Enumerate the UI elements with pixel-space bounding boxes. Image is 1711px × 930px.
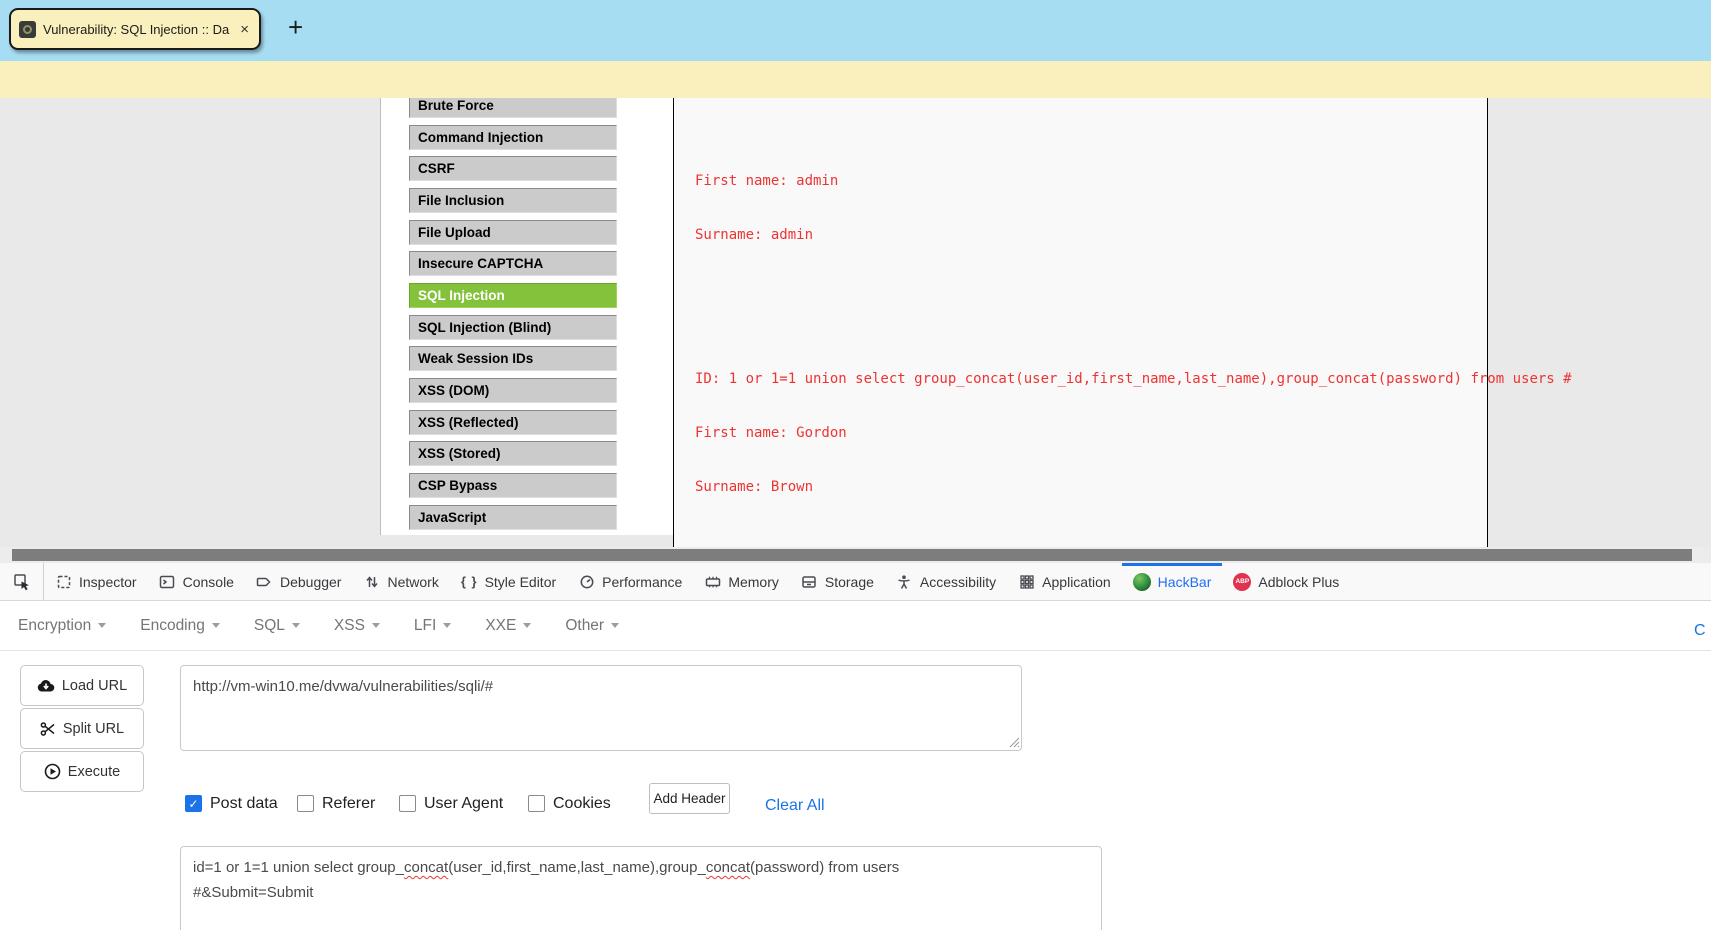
menu-sql[interactable]: SQL	[254, 617, 300, 635]
sidebar-item-weak-session-ids[interactable]: Weak Session IDs	[409, 346, 617, 371]
devtools-tab-bar: Inspector Console Debugger Network { } S…	[0, 563, 1711, 601]
cloud-download-icon	[37, 679, 55, 692]
referer-label: Referer	[322, 795, 376, 812]
result-block: ID: 1 or 1=1 union select group_concat(u…	[695, 371, 1572, 495]
browser-tab[interactable]: Vulnerability: SQL Injection :: Da ×	[9, 8, 261, 50]
sidebar-item-xss-reflected[interactable]: XSS (Reflected)	[409, 410, 617, 435]
tab-application[interactable]: Application	[1007, 563, 1122, 600]
add-header-button[interactable]: Add Header	[649, 783, 730, 814]
load-url-button[interactable]: Load URL	[20, 665, 144, 706]
tab-storage[interactable]: Storage	[790, 563, 885, 600]
chevron-down-icon	[211, 623, 220, 628]
style-editor-icon: { }	[460, 574, 478, 589]
application-icon	[1018, 573, 1035, 590]
adblock-plus-icon: ABP	[1233, 572, 1252, 591]
tab-style-editor[interactable]: { } Style Editor	[450, 563, 567, 600]
menu-lfi[interactable]: LFI	[414, 617, 452, 635]
dvwa-favicon-icon	[19, 20, 36, 38]
tab-accessibility[interactable]: Accessibility	[885, 563, 1007, 600]
referer-checkbox[interactable]	[297, 795, 314, 812]
tab-memory[interactable]: Memory	[693, 563, 790, 600]
sqli-results: First name: admin Surname: admin ID: 1 o…	[695, 100, 1572, 547]
console-icon	[159, 573, 176, 590]
resize-handle-icon[interactable]	[1008, 736, 1020, 748]
sidebar-item-xss-stored[interactable]: XSS (Stored)	[409, 441, 617, 466]
post-data-label: Post data	[210, 795, 278, 812]
chevron-down-icon	[371, 623, 380, 628]
debugger-icon	[256, 573, 273, 590]
hackbar-icon	[1132, 572, 1151, 591]
tab-network[interactable]: Network	[352, 563, 449, 600]
browser-toolbar: ← → vm-win10.me/dvwa/vulnerabilities/sql…	[0, 61, 1711, 156]
sidebar-item-sql-injection-blind[interactable]: SQL Injection (Blind)	[409, 315, 617, 340]
new-tab-button[interactable]: +	[288, 14, 303, 40]
sidebar-item-sql-injection[interactable]: SQL Injection	[409, 283, 617, 308]
user-agent-label: User Agent	[424, 795, 504, 812]
execute-button[interactable]: Execute	[20, 751, 144, 792]
user-agent-checkbox[interactable]	[399, 795, 416, 812]
hackbar-menu-bar: Encryption Encoding SQL XSS LFI XXE Othe…	[0, 601, 1711, 651]
pick-element-icon[interactable]	[0, 563, 44, 600]
horizontal-scrollbar[interactable]	[0, 547, 1711, 563]
inspector-icon	[55, 573, 72, 590]
chevron-down-icon	[98, 623, 107, 628]
sidebar-item-brute-force[interactable]: Brute Force	[409, 98, 617, 118]
menu-xss[interactable]: XSS	[334, 617, 380, 635]
sidebar-item-xss-dom[interactable]: XSS (DOM)	[409, 378, 617, 403]
scrollbar-thumb[interactable]	[12, 549, 1692, 561]
sidebar-item-file-inclusion[interactable]: File Inclusion	[409, 188, 617, 213]
memory-icon	[704, 573, 721, 590]
cookies-label: Cookies	[553, 795, 611, 812]
tab-inspector[interactable]: Inspector	[44, 563, 148, 600]
page-viewport: First name: admin Surname: admin ID: 1 o…	[0, 98, 1711, 547]
chevron-down-icon	[611, 623, 620, 628]
tab-adblock-plus[interactable]: ABP Adblock Plus	[1222, 563, 1350, 600]
tab-title: Vulnerability: SQL Injection :: Da	[43, 21, 230, 37]
menu-other[interactable]: Other	[565, 617, 620, 635]
sidebar-item-command-injection[interactable]: Command Injection	[409, 125, 617, 150]
result-block: First name: admin Surname: admin	[695, 136, 838, 280]
menu-encoding[interactable]: Encoding	[140, 617, 220, 635]
storage-icon	[801, 573, 818, 590]
tab-hackbar[interactable]: HackBar	[1121, 563, 1223, 600]
tab-performance[interactable]: Performance	[567, 563, 693, 600]
sidebar-item-javascript[interactable]: JavaScript	[409, 505, 617, 530]
chevron-down-icon	[291, 623, 300, 628]
post-data-checkbox[interactable]: ✓	[185, 795, 202, 812]
performance-icon	[578, 573, 595, 590]
hackbar-corner-link[interactable]: C	[1694, 622, 1706, 640]
accessibility-icon	[896, 573, 913, 590]
sidebar-item-file-upload[interactable]: File Upload	[409, 220, 617, 245]
network-icon	[363, 573, 380, 590]
split-url-button[interactable]: Split URL	[20, 708, 144, 749]
chevron-down-icon	[443, 623, 452, 628]
tab-debugger[interactable]: Debugger	[245, 563, 353, 600]
tab-close-icon[interactable]: ×	[238, 21, 251, 38]
tab-console[interactable]: Console	[148, 563, 245, 600]
menu-xxe[interactable]: XXE	[485, 617, 532, 635]
play-circle-icon	[44, 763, 61, 780]
cookies-checkbox[interactable]	[528, 795, 545, 812]
menu-encryption[interactable]: Encryption	[18, 617, 107, 635]
chevron-down-icon	[523, 623, 532, 628]
sidebar-item-csp-bypass[interactable]: CSP Bypass	[409, 473, 617, 498]
sidebar-item-csrf[interactable]: CSRF	[409, 156, 617, 181]
url-input[interactable]: http://vm-win10.me/dvwa/vulnerabilities/…	[180, 665, 1022, 751]
browser-tab-bar: Vulnerability: SQL Injection :: Da × +	[0, 0, 1711, 61]
clear-all-link[interactable]: Clear All	[765, 797, 825, 815]
sidebar-item-insecure-captcha[interactable]: Insecure CAPTCHA	[409, 251, 617, 276]
scissors-icon	[40, 721, 55, 736]
post-data-input[interactable]: id=1 or 1=1 union select group_concat(us…	[180, 846, 1102, 930]
